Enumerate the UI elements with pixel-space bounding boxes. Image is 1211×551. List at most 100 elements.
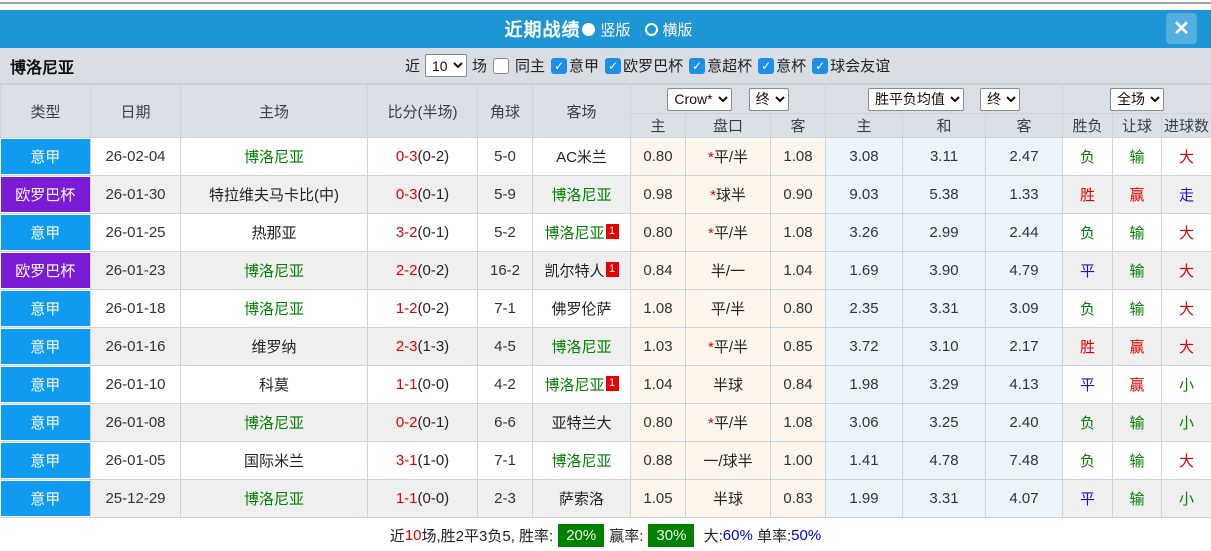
home-cell: 科莫: [180, 365, 368, 404]
home-team-name: 博洛尼亚: [243, 491, 304, 508]
checkbox-checked-icon[interactable]: ✓: [812, 57, 829, 74]
header-row-top: 类型 日期 主场 比分(半场) 角球 客场 Crow* 终 胜平负均值 终 全场: [0, 84, 1211, 138]
handicap-cell: 平/半: [685, 289, 771, 328]
checkbox-checked-icon[interactable]: ✓: [689, 57, 706, 74]
handicap-result-cell: 输: [1112, 479, 1163, 518]
checkbox-checked-icon[interactable]: ✓: [758, 57, 775, 74]
asian-away-odds-cell: 1.08: [769, 403, 827, 442]
fulltime-score: 1-2: [395, 300, 418, 317]
scope-select-group: 全场: [1062, 84, 1211, 114]
league-cell: 意甲: [0, 137, 91, 176]
halftime-score: (0-1): [417, 224, 450, 241]
handicap-result-cell: 赢: [1112, 365, 1163, 404]
league-cell: 意甲: [0, 479, 91, 518]
home-team-name: 热那亚: [251, 225, 297, 242]
match-count-select[interactable]: 10: [425, 54, 468, 77]
asian-home-odds-cell: 0.80: [630, 403, 686, 442]
summary-text: 赢率:: [609, 528, 644, 545]
view-mode-horizontal[interactable]: 横版: [644, 19, 693, 40]
scope-select[interactable]: 全场: [1110, 87, 1165, 111]
table-row: 意甲 26-01-18 博洛尼亚 1-2(0-2) 7-1 佛罗伦萨 1.08 平/半 0.80…: [0, 289, 1211, 328]
corner-cell: 7-1: [477, 441, 533, 480]
league-cell: 意甲: [0, 327, 91, 366]
handicap-cell: *球半: [685, 175, 771, 214]
red-card-badge: 1: [605, 376, 619, 391]
results-tbody: 意甲 26-02-04 博洛尼亚 0-3(0-2) 5-0 AC米兰 0.80 *平/半 1.0…: [0, 137, 1211, 518]
home-cell: 博洛尼亚: [180, 289, 368, 328]
odds-time-select-2[interactable]: 终: [980, 87, 1021, 111]
subheader-eu-home: 主: [825, 113, 904, 138]
league-cell: 欧罗巴杯: [0, 175, 91, 214]
eu-home-cell: 3.06: [825, 403, 904, 442]
rate-badge: 30%: [648, 524, 695, 547]
corner-cell: 7-1: [477, 289, 533, 328]
view-mode-horizontal-label: 横版: [662, 21, 693, 39]
col-header-corner: 角球: [477, 84, 533, 138]
odds-time-select-1[interactable]: 终: [748, 87, 789, 111]
eu-away-cell: 7.48: [985, 441, 1064, 480]
asian-home-odds-cell: 0.84: [630, 251, 686, 290]
league-filter-coppa[interactable]: ✓ 意杯: [752, 55, 806, 76]
col-header-type: 类型: [0, 84, 91, 138]
home-team-name: 博洛尼亚: [243, 301, 304, 318]
handicap-text: 半球: [712, 491, 743, 508]
table-row: 意甲 25-12-29 博洛尼亚 1-1(0-0) 2-3 萨索洛 1.05 半球 0.83 1.…: [0, 479, 1211, 518]
close-button[interactable]: ✕: [1166, 13, 1197, 44]
away-cell: AC米兰: [532, 137, 631, 176]
league-filter-supercup[interactable]: ✓ 意超杯: [683, 55, 752, 76]
away-team-name: 博洛尼亚: [544, 377, 605, 394]
checkbox-checked-icon[interactable]: ✓: [551, 57, 568, 74]
eu-home-cell: 1.69: [825, 251, 904, 290]
checkbox-checked-icon[interactable]: ✓: [605, 57, 622, 74]
score-cell: 2-3(1-3): [367, 327, 478, 366]
col-header-home: 主场: [180, 84, 368, 138]
asian-odds-select-group: Crow* 终: [629, 84, 827, 114]
summary-bar: 近 10 场,胜2平3负5, 胜率: 20% 赢率: 30% 大: 60% 单率: 50%: [0, 518, 1211, 551]
goals-result-cell: 走: [1161, 175, 1211, 214]
eu-draw-cell: 3.29: [902, 365, 987, 404]
fulltime-score: 0-2: [395, 414, 418, 431]
close-icon: ✕: [1173, 18, 1190, 40]
goals-result-cell: 大: [1161, 137, 1211, 176]
eu-draw-cell: 3.11: [902, 137, 987, 176]
date-cell: 26-01-25: [90, 213, 181, 252]
away-cell: 博洛尼亚: [532, 327, 631, 366]
recent-results-window: 近期战绩 竖版 横版 ✕ 博洛尼亚 近 10 场 同主 ✓ 意甲 ✓ 欧罗巴杯 …: [0, 0, 1211, 551]
date-cell: 26-02-04: [90, 137, 181, 176]
odds-source-select[interactable]: Crow*: [667, 87, 733, 111]
away-cell: 博洛尼亚: [532, 175, 631, 214]
league-filter-europa[interactable]: ✓ 欧罗巴杯: [599, 55, 683, 76]
league-badge: 欧罗巴杯: [0, 253, 90, 288]
eu-home-cell: 3.08: [825, 137, 904, 176]
score-cell: 3-2(0-1): [367, 213, 478, 252]
date-cell: 26-01-18: [90, 289, 181, 328]
corner-cell: 5-0: [477, 137, 533, 176]
handicap-cell: *平/半: [685, 213, 771, 252]
asian-home-odds-cell: 1.04: [630, 365, 686, 404]
view-mode-vertical[interactable]: 竖版: [582, 19, 631, 40]
team-name: 博洛尼亚: [10, 59, 75, 77]
home-cell: 维罗纳: [180, 327, 368, 366]
league-filter-label: 意杯: [776, 58, 807, 75]
handicap-cell: 半/一: [685, 251, 771, 290]
window-top-strip: [0, 2, 1211, 10]
away-cell: 萨索洛: [532, 479, 631, 518]
europe-odds-select[interactable]: 胜平负均值: [867, 87, 964, 111]
summary-text: 近: [389, 528, 405, 545]
score-cell: 0-3(0-1): [367, 175, 478, 214]
halftime-score: (0-2): [417, 262, 450, 279]
view-mode-vertical-label: 竖版: [600, 21, 631, 39]
eu-away-cell: 4.79: [985, 251, 1064, 290]
handicap-result-cell: 输: [1112, 137, 1163, 176]
filter-bar: 博洛尼亚 近 10 场 同主 ✓ 意甲 ✓ 欧罗巴杯 ✓ 意超杯 ✓ 意杯 ✓ …: [0, 48, 1211, 84]
handicap-text: 平/半: [713, 339, 748, 356]
red-card-badge: 1: [605, 262, 619, 277]
league-filter-serie-a[interactable]: ✓ 意甲: [545, 55, 599, 76]
league-filter-friendly[interactable]: ✓ 球会友谊: [806, 55, 890, 76]
eu-draw-cell: 3.31: [902, 289, 987, 328]
asian-home-odds-cell: 1.05: [630, 479, 686, 518]
asian-home-odds-cell: 0.98: [630, 175, 686, 214]
handicap-result-cell: 输: [1112, 441, 1163, 480]
same-home-checkbox[interactable]: [493, 57, 510, 74]
away-team-name: 博洛尼亚: [551, 187, 612, 204]
